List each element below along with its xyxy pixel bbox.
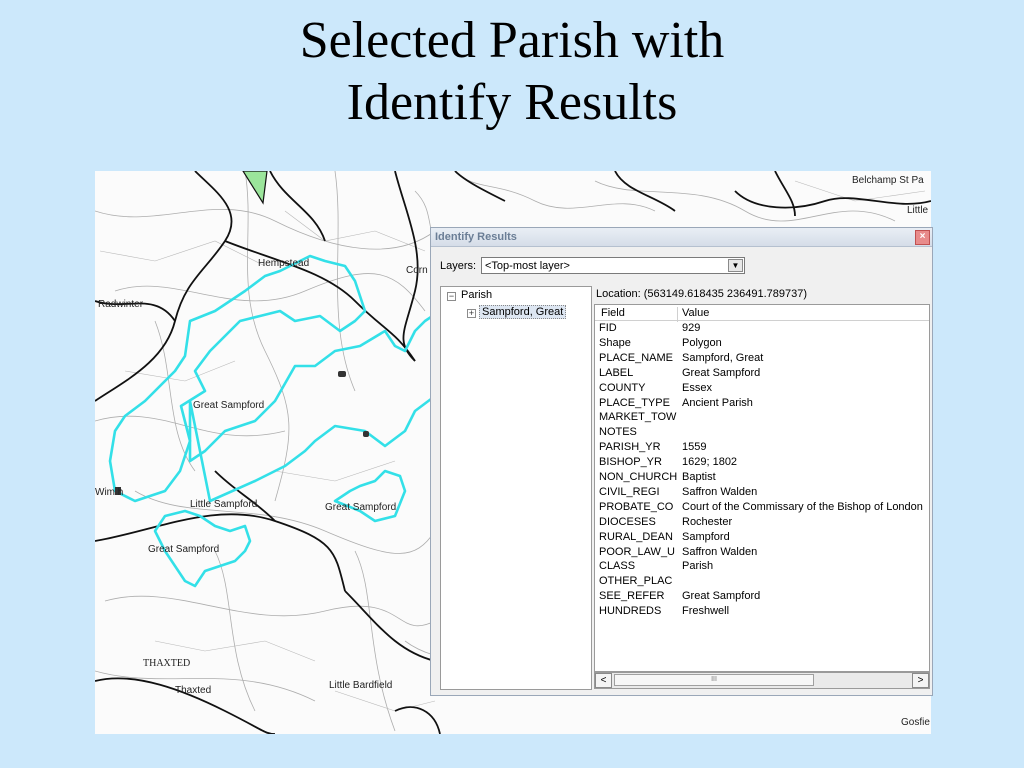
field-cell: BISHOP_YR [599,456,662,469]
map-label-gosfield: Gosfie [901,717,930,728]
map-label-great-sampford-2: Great Sampford [325,502,397,513]
value-cell: Polygon [682,336,722,349]
map-label-little-sampford: Little Sampford [190,499,258,510]
scroll-right-button[interactable]: > [912,673,929,688]
table-row[interactable]: POOR_LAW_U Saffron Walden [595,545,929,560]
results-tree[interactable]: − Parish + Sampford, Great [440,286,592,690]
value-cell: Rochester [682,515,733,528]
map-label-belchamp: Belchamp St Pa [852,175,924,186]
field-cell: POOR_LAW_U [599,545,676,558]
slide-title-line-2: Identify Results [346,74,678,131]
table-row[interactable]: PLACE_NAME Sampford, Great [595,351,929,366]
field-cell: MARKET_TOW [599,411,677,424]
value-cell: 1559 [682,441,707,454]
field-cell: PROBATE_CO [599,500,674,513]
map-label-little-bardfield: Little Bardfield [329,680,393,691]
value-cell: Saffron Walden [682,485,758,498]
location-readout: Location: (563149.618435 236491.789737) [596,288,808,300]
column-divider[interactable] [677,307,678,322]
value-cell: Ancient Parish [682,396,753,409]
table-row[interactable]: NOTES [595,425,929,440]
table-row[interactable]: HUNDREDS Freshwell [595,604,929,619]
table-row[interactable]: OTHER_PLAC [595,574,929,589]
field-cell: COUNTY [599,381,646,394]
field-cell: OTHER_PLAC [599,575,673,588]
table-row[interactable]: DIOCESES Rochester [595,515,929,530]
map-label-radwinter: Radwinter [98,299,144,310]
value-cell: Great Sampford [682,366,761,379]
value-cell: Freshwell [682,605,730,618]
value-cell: Saffron Walden [682,545,758,558]
table-row[interactable]: NON_CHURCH Baptist [595,470,929,485]
horizontal-scrollbar[interactable]: < III > [594,672,930,689]
field-cell: NOTES [599,426,637,439]
tree-node-parish[interactable]: Parish [461,289,492,301]
table-row[interactable]: RURAL_DEAN Sampford [595,530,929,545]
map-label-great-sampford-3: Great Sampford [148,544,220,555]
window-titlebar[interactable]: Identify Results × [431,228,932,247]
table-row[interactable]: SEE_REFER Great Sampford [595,589,929,604]
map-label-great-sampford-1: Great Sampford [193,400,265,411]
column-header-value[interactable]: Value [682,307,709,319]
table-row[interactable]: CIVIL_REGI Saffron Walden [595,485,929,500]
field-cell: Shape [599,336,631,349]
value-cell: Parish [682,560,714,573]
tree-node-sampford-great[interactable]: Sampford, Great [479,305,567,319]
table-row[interactable]: PARISH_YR 1559 [595,440,929,455]
table-row[interactable]: BISHOP_YR 1629; 1802 [595,455,929,470]
table-row[interactable]: CLASS Parish [595,559,929,574]
table-header: Field Value [595,305,929,322]
slide-title: Selected Parish with Identify Results [0,10,1024,134]
map-label-corn: Corn [406,265,428,276]
field-cell: HUNDREDS [599,605,662,618]
value-cell: Sampford, Great [682,351,764,364]
table-row[interactable]: Shape Polygon [595,336,929,351]
table-row[interactable]: PROBATE_CO Court of the Commissary of the… [595,500,929,515]
table-row[interactable]: LABEL Great Sampford [595,366,929,381]
field-cell: PLACE_TYPE [599,396,670,409]
table-row[interactable]: PLACE_TYPE Ancient Parish [595,396,929,411]
value-cell: Sampford [682,530,730,543]
expand-icon[interactable]: + [467,309,476,318]
value-cell: 929 [682,322,701,334]
field-cell: SEE_REFER [599,590,665,603]
field-cell: CLASS [599,560,636,573]
close-button[interactable]: × [915,230,930,245]
value-cell: Baptist [682,471,716,483]
table-row[interactable]: COUNTY Essex [595,381,929,396]
layers-dropdown[interactable]: <Top-most layer> ▼ [481,257,745,274]
scroll-thumb[interactable]: III [614,674,814,686]
map-label-little: Little [907,205,929,216]
value-cell: Court of the Commissary of the Bishop of… [682,500,923,513]
field-cell: PARISH_YR [599,441,661,454]
map-label-thaxted: Thaxted [175,685,212,696]
field-cell: PLACE_NAME [599,351,673,364]
window-title: Identify Results [435,231,517,243]
field-cell: RURAL_DEAN [599,530,673,543]
table-row[interactable]: MARKET_TOW [595,410,929,425]
field-cell: LABEL [599,366,634,379]
value-cell: Essex [682,381,712,394]
layers-label: Layers: [440,260,477,272]
field-cell: CIVIL_REGI [599,485,660,498]
scroll-left-button[interactable]: < [595,673,612,688]
value-cell: 1629; 1802 [682,456,738,469]
identify-results-window[interactable]: Identify Results × Layers: <Top-most lay… [430,227,933,696]
field-cell: NON_CHURCH [599,471,678,483]
attributes-table[interactable]: Field Value FID 929 Shape Polygon PLACE_NAME… [594,304,930,672]
map-label-wimbish: Wim h [95,487,124,498]
slide-title-line-1: Selected Parish with [299,12,725,69]
map-label-hempstead: Hempstead [258,258,310,269]
field-cell: DIOCESES [599,515,656,528]
map-label-thaxted-caps: THAXTED [143,658,191,669]
layers-dropdown-value: <Top-most layer> [485,260,570,272]
chevron-down-icon[interactable]: ▼ [728,259,743,272]
table-row[interactable]: FID 929 [595,321,929,336]
column-header-field[interactable]: Field [601,307,625,319]
value-cell: Great Sampford [682,590,761,603]
collapse-icon[interactable]: − [447,292,456,301]
field-cell: FID [599,322,617,334]
